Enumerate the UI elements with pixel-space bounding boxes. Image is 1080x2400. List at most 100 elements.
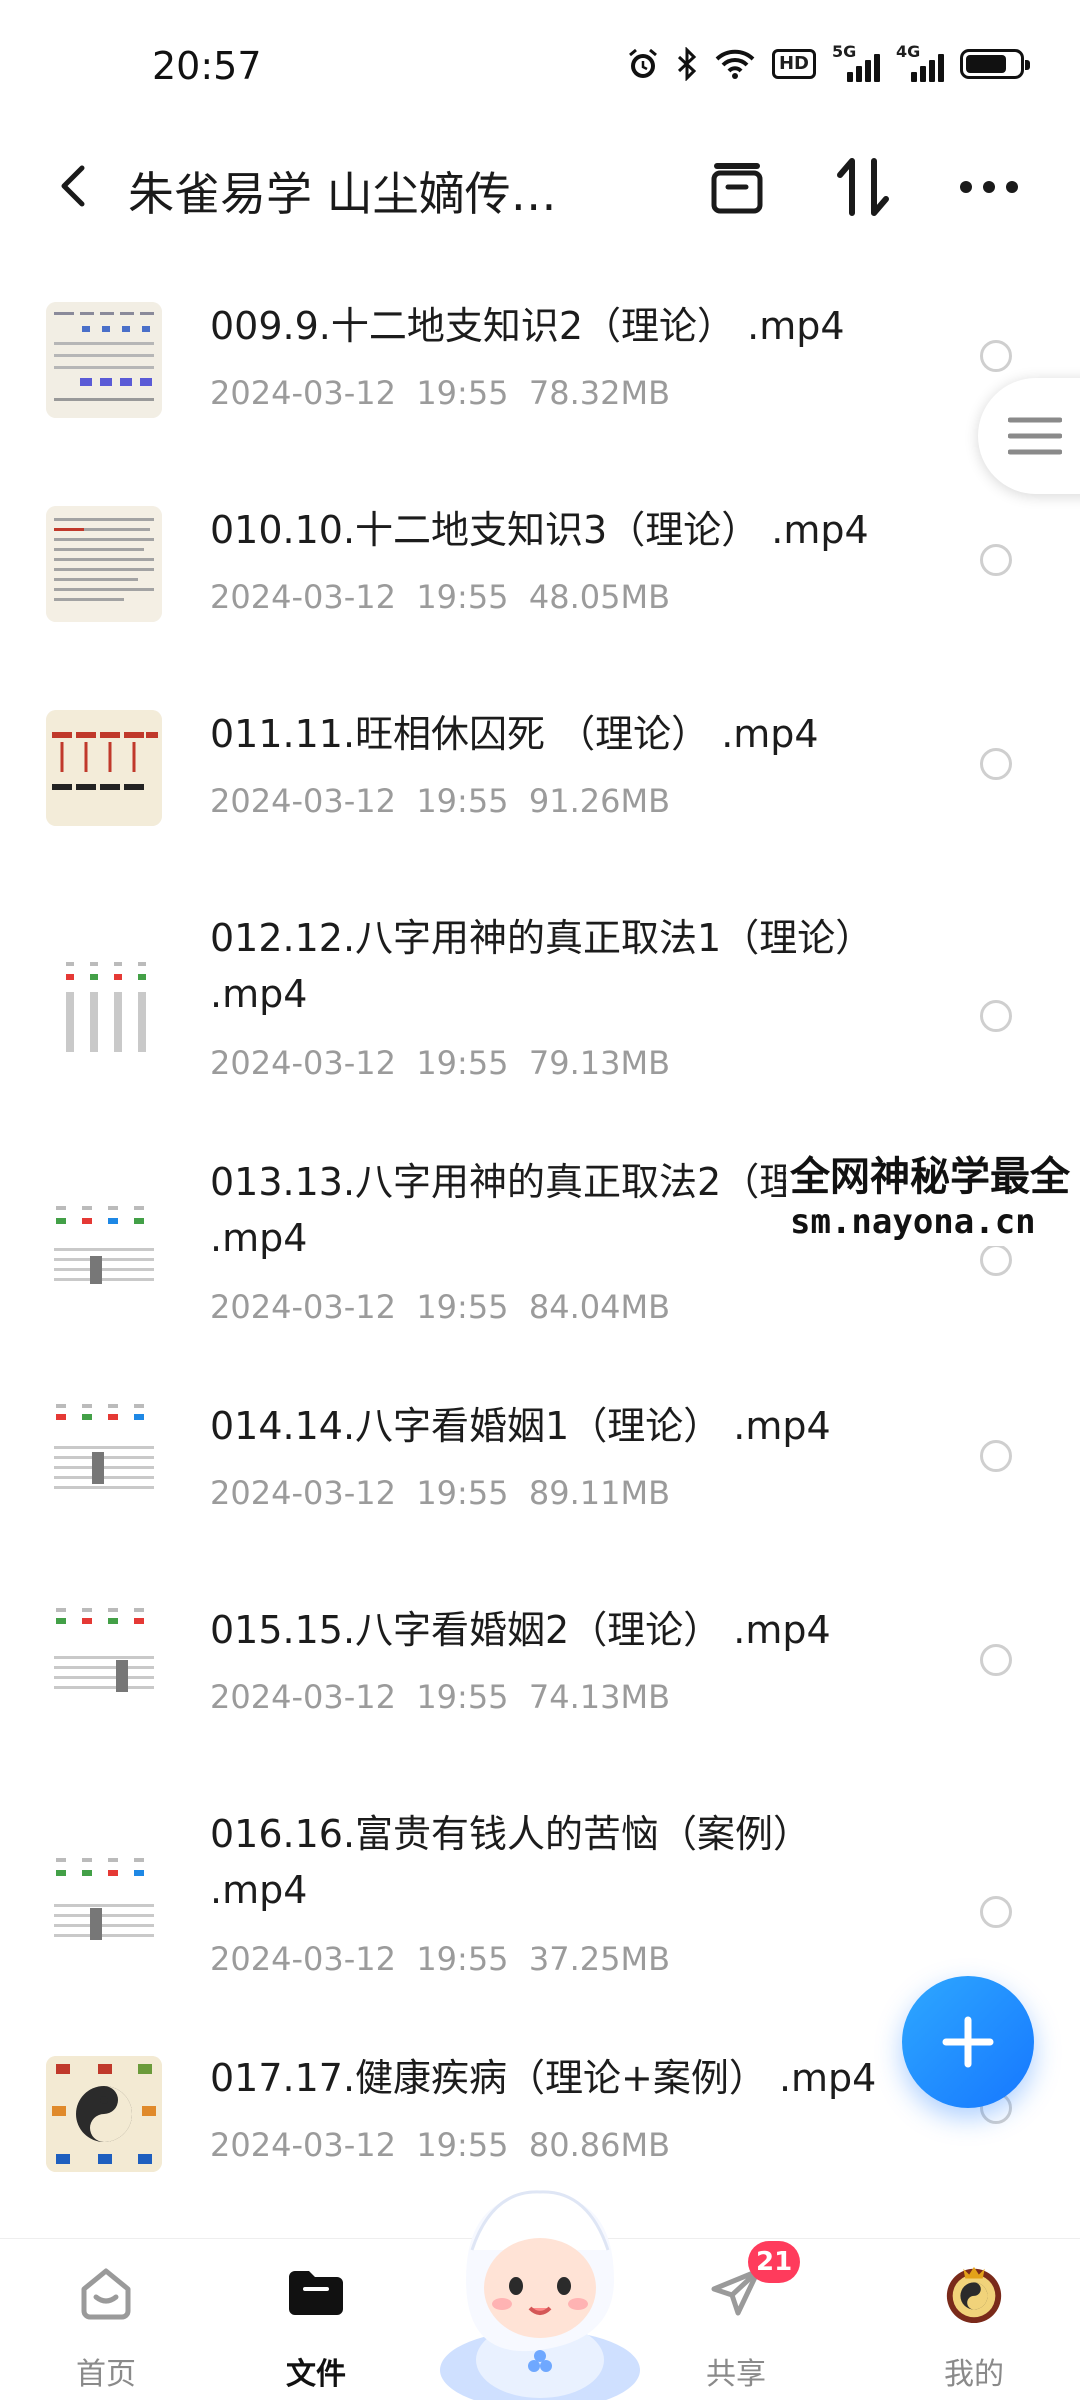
status-bar: 20:57 HD 5G 4G [0, 0, 1080, 130]
select-radio[interactable] [980, 1644, 1012, 1676]
file-date: 2024-03-12 [210, 1474, 396, 1512]
hd-icon: HD [771, 49, 816, 79]
select-radio[interactable] [980, 748, 1012, 780]
select-radio[interactable] [980, 1896, 1012, 1928]
file-meta: 2024-03-12 19:55 74.13MB [210, 1678, 670, 1716]
file-thumbnail [46, 710, 162, 826]
file-size: 78.32MB [528, 374, 671, 412]
select-radio[interactable] [980, 1000, 1012, 1032]
file-time: 19:55 [416, 782, 509, 820]
5g-signal-icon: 5G [832, 42, 880, 82]
file-thumbnail [46, 952, 162, 1068]
file-name: 012.12.八字用神的真正取法1（理论） .mp4 [210, 916, 874, 1016]
add-button[interactable] [902, 1976, 1034, 2108]
folder-icon [284, 2261, 348, 2325]
watermark-line-2: sm.nayona.cn [790, 1202, 1036, 1242]
nav-home-label: 首页 [76, 2357, 136, 2392]
file-meta: 2024-03-12 19:55 79.13MB [210, 1044, 670, 1082]
file-time: 19:55 [416, 1288, 509, 1326]
file-date: 2024-03-12 [210, 782, 396, 820]
more-icon [960, 181, 1018, 193]
sort-icon [837, 158, 889, 216]
file-date: 2024-03-12 [210, 578, 396, 616]
file-meta: 2024-03-12 19:55 84.04MB [210, 1288, 670, 1326]
sort-button[interactable] [828, 152, 898, 222]
watermark-line-1: 全网神秘学最全 [790, 1154, 1070, 1200]
more-button[interactable] [954, 152, 1024, 222]
file-name: 015.15.八字看婚姻2（理论） .mp4 [210, 1608, 831, 1652]
file-size: 89.11MB [528, 1474, 671, 1512]
nav-profile[interactable]: 我的 [904, 2239, 1044, 2400]
tray-icon [711, 163, 763, 214]
nav-share[interactable]: 21 共享 [666, 2239, 806, 2400]
nav-share-label: 共享 [706, 2357, 766, 2392]
alarm-icon [626, 47, 660, 81]
file-name: 017.17.健康疾病（理论+案例） .mp4 [210, 2056, 877, 2100]
file-time: 19:55 [416, 1044, 509, 1082]
home-icon [74, 2261, 138, 2325]
file-date: 2024-03-12 [210, 1678, 396, 1716]
wifi-icon [714, 48, 756, 80]
file-size: 74.13MB [528, 1678, 671, 1716]
file-size: 37.25MB [528, 1940, 671, 1978]
select-radio[interactable] [980, 1244, 1012, 1276]
file-name: 016.16.富贵有钱人的苦恼（案例） .mp4 [210, 1812, 812, 1912]
file-size: 80.86MB [528, 2126, 671, 2164]
file-date: 2024-03-12 [210, 2126, 396, 2164]
4g-signal-icon: 4G [896, 42, 944, 82]
file-date: 2024-03-12 [210, 1044, 396, 1082]
mascot-icon [440, 2190, 640, 2400]
file-time: 19:55 [416, 1940, 509, 1978]
file-time: 19:55 [416, 1474, 509, 1512]
file-size: 84.04MB [528, 1288, 671, 1326]
nav-files[interactable]: 文件 [246, 2239, 386, 2400]
file-date: 2024-03-12 [210, 1940, 396, 1978]
select-radio[interactable] [980, 1440, 1012, 1472]
file-thumbnail [46, 1196, 162, 1312]
watermark: 全网神秘学最全 sm.nayona.cn [786, 1140, 1080, 1246]
file-date: 2024-03-12 [210, 1288, 396, 1326]
nav-home[interactable]: 首页 [36, 2239, 176, 2400]
file-time: 19:55 [416, 374, 509, 412]
file-name: 009.9.十二地支知识2（理论） .mp4 [210, 304, 845, 348]
side-menu-tab[interactable] [978, 378, 1080, 494]
file-meta: 2024-03-12 19:55 78.32MB [210, 374, 670, 412]
back-icon [61, 165, 85, 207]
nav-profile-label: 我的 [944, 2357, 1004, 2392]
avatar-icon [942, 2261, 1006, 2325]
file-thumbnail [46, 302, 162, 418]
file-meta: 2024-03-12 19:55 89.11MB [210, 1474, 670, 1512]
file-size: 79.13MB [528, 1044, 671, 1082]
mascot-button[interactable] [430, 2170, 650, 2400]
select-radio[interactable] [980, 544, 1012, 576]
status-icons: HD 5G 4G [626, 42, 1030, 82]
plus-icon [942, 2016, 994, 2068]
file-size: 48.05MB [528, 578, 671, 616]
file-thumbnail [46, 2056, 162, 2172]
file-time: 19:55 [416, 2126, 509, 2164]
bluetooth-icon [676, 47, 698, 81]
select-radio[interactable] [980, 340, 1012, 372]
back-button[interactable] [48, 158, 98, 214]
header: 朱雀易学 山尘嫡传… [0, 130, 1080, 240]
file-thumbnail [46, 1600, 162, 1716]
file-name: 011.11.旺相休囚死 （理论） .mp4 [210, 712, 819, 756]
file-date: 2024-03-12 [210, 374, 396, 412]
file-thumbnail [46, 1396, 162, 1512]
file-thumbnail [46, 506, 162, 622]
share-badge: 21 [748, 2241, 801, 2283]
file-meta: 2024-03-12 19:55 48.05MB [210, 578, 670, 616]
page-title: 朱雀易学 山尘嫡传… [128, 167, 557, 221]
file-meta: 2024-03-12 19:55 80.86MB [210, 2126, 670, 2164]
file-time: 19:55 [416, 578, 509, 616]
file-time: 19:55 [416, 1678, 509, 1716]
file-meta: 2024-03-12 19:55 91.26MB [210, 782, 670, 820]
file-meta: 2024-03-12 19:55 37.25MB [210, 1940, 670, 1978]
tray-button[interactable] [702, 152, 772, 222]
status-time: 20:57 [152, 44, 262, 88]
file-size: 91.26MB [528, 782, 671, 820]
menu-icon [1008, 417, 1062, 455]
battery-icon [960, 49, 1030, 79]
file-thumbnail [46, 1848, 162, 1964]
file-name: 010.10.十二地支知识3（理论） .mp4 [210, 508, 869, 552]
